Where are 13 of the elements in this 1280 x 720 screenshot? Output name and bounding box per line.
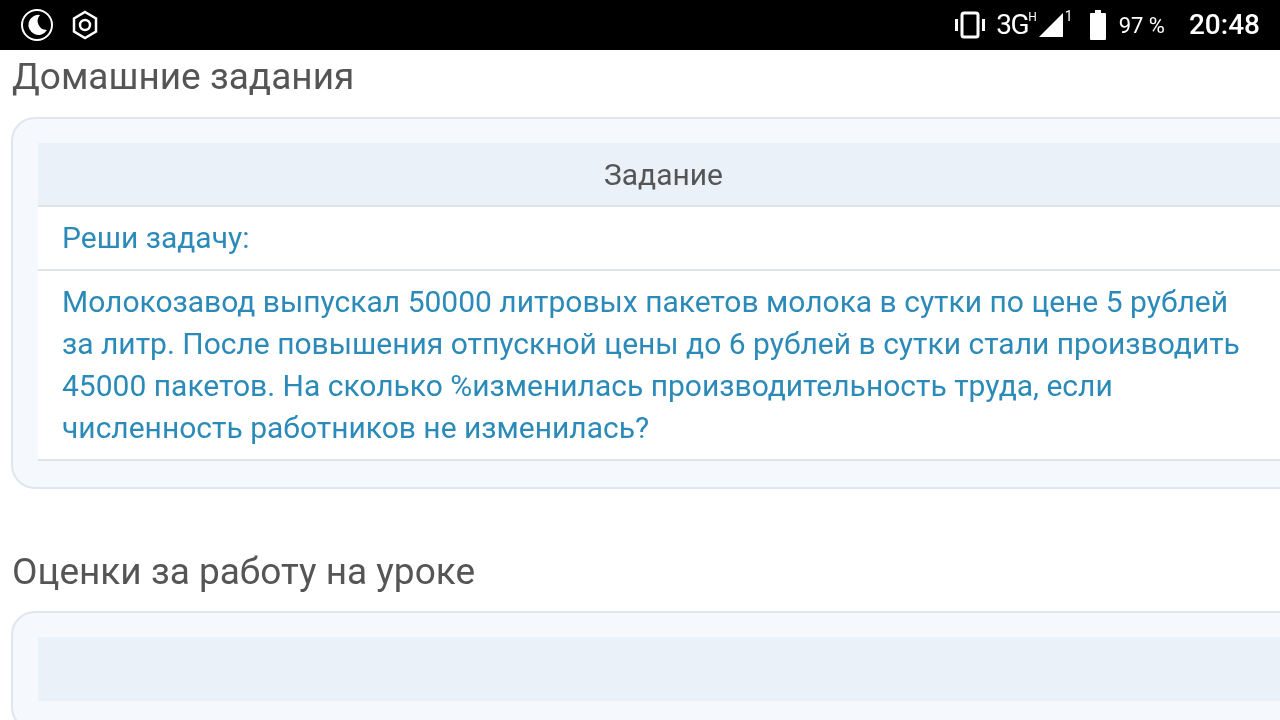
network-mode: H [1028, 9, 1037, 24]
settings-icon [70, 10, 100, 40]
column-header: Задание [38, 143, 1280, 207]
section-title: Оценки за работу на уроке [12, 549, 477, 595]
battery-percent: 97 % [1118, 11, 1165, 40]
sim-number: 1 [1064, 7, 1073, 26]
section-title: Домашние задания [12, 54, 356, 100]
battery-icon [1088, 10, 1107, 40]
network-type: 3G [996, 7, 1029, 43]
clock: 20:48 [1188, 7, 1260, 43]
moon-icon [20, 8, 54, 42]
table-cell-text: Молокозавод выпускал 50000 литровых пакетов молока в сутки по цене 5 рублей за литр. После повышения отпускной цены до 6 рублей в сутки стали производить 45000 пакетов. На сколько %изменилась производительность труда, если численность работников не изменилась? [62, 283, 1241, 447]
table-cell-text: Реши задачу: [62, 219, 251, 257]
